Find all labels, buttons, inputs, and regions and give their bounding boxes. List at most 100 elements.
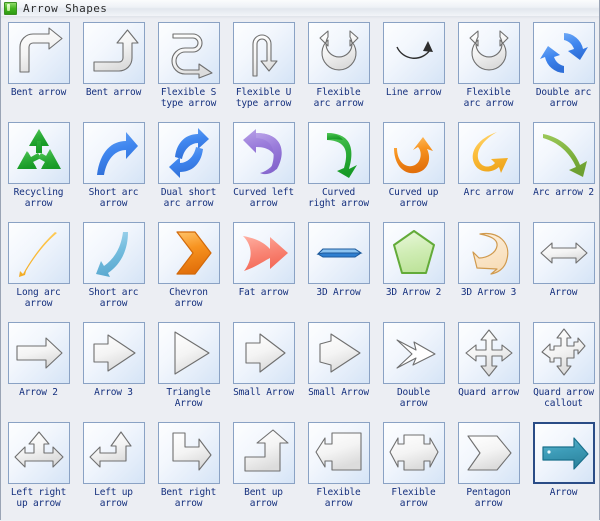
dual-short-arc-arrow-shape[interactable]	[157, 122, 220, 184]
curved-left-arrow-shape[interactable]	[232, 122, 295, 184]
double-arrow-shape[interactable]	[382, 322, 445, 384]
shape-label: Fat arrow	[238, 287, 289, 298]
shape-cell[interactable]: Flexible arrow	[301, 421, 376, 521]
shape-label: Flexible S type arrow	[160, 87, 217, 109]
arrow-2-shape[interactable]	[7, 322, 70, 384]
shape-cell[interactable]: Arrow 3	[76, 321, 151, 421]
shape-cell[interactable]: Curved up arrow	[376, 121, 451, 221]
shape-label: Flexible arrow	[391, 487, 436, 509]
shape-cell[interactable]: 3D Arrow 3	[451, 221, 526, 321]
shape-label: Arrow	[549, 487, 578, 498]
pentagon-arrow-shape[interactable]	[457, 422, 520, 484]
shape-label: Left right up arrow	[10, 487, 67, 509]
shape-label: Flexible U type arrow	[235, 87, 292, 109]
3d-arrow-shape[interactable]	[307, 222, 370, 284]
shape-cell[interactable]: Long arc arrow	[1, 221, 76, 321]
shape-library-icon	[4, 1, 17, 15]
shape-cell[interactable]: Bent right arrow	[151, 421, 226, 521]
shape-cell[interactable]: Fat arrow	[226, 221, 301, 321]
double-headed-arrow-shape[interactable]	[532, 222, 595, 284]
small-arrow-shape[interactable]	[232, 322, 295, 384]
shape-cell[interactable]: Double arrow	[376, 321, 451, 421]
bent-arrow-shape[interactable]	[7, 22, 70, 84]
shape-label: Curved up arrow	[388, 187, 439, 209]
flexible-arrow-shape[interactable]	[307, 422, 370, 484]
shape-cell[interactable]: Left right up arrow	[1, 421, 76, 521]
shape-cell[interactable]: Arrow 2	[1, 321, 76, 421]
teal-arrow-shape[interactable]	[532, 422, 595, 484]
shape-cell[interactable]: Dual short arc arrow	[151, 121, 226, 221]
small-arrow-2-shape[interactable]	[307, 322, 370, 384]
shape-label: Arc arrow	[463, 187, 514, 198]
shape-palette-grid: Bent arrow Bent arrow Flexible S type ar…	[1, 21, 600, 521]
shape-cell[interactable]: 3D Arrow	[301, 221, 376, 321]
shape-cell[interactable]: Left up arrow	[76, 421, 151, 521]
shape-cell[interactable]: Line arrow	[376, 21, 451, 121]
shape-cell[interactable]: Recycling arrow	[1, 121, 76, 221]
left-up-arrow-shape[interactable]	[82, 422, 145, 484]
flexible-arc-arrow-shape[interactable]	[307, 22, 370, 84]
short-arc-arrow-shape[interactable]	[82, 122, 145, 184]
long-arc-arrow-shape[interactable]	[7, 222, 70, 284]
flexible-arrow-2-shape[interactable]	[382, 422, 445, 484]
short-arc-arrow-2-shape[interactable]	[82, 222, 145, 284]
shape-cell[interactable]: Small Arrow	[301, 321, 376, 421]
shape-cell[interactable]: Arrow	[526, 421, 600, 521]
shape-cell[interactable]: Flexible arc arrow	[301, 21, 376, 121]
quad-arrow-callout-shape[interactable]	[532, 322, 595, 384]
shape-cell[interactable]: Flexible S type arrow	[151, 21, 226, 121]
shape-cell[interactable]: Arrow	[526, 221, 600, 321]
fat-arrow-shape[interactable]	[232, 222, 295, 284]
shape-cell[interactable]: Quard arrow	[451, 321, 526, 421]
arc-arrow-2-shape[interactable]	[532, 122, 595, 184]
shape-cell[interactable]: Curved left arrow	[226, 121, 301, 221]
chevron-arrow-shape[interactable]	[157, 222, 220, 284]
shape-label: Flexible arc arrow	[313, 87, 364, 109]
curved-up-arrow-shape[interactable]	[382, 122, 445, 184]
shape-cell[interactable]: Triangle Arrow	[151, 321, 226, 421]
bent-arrow-up-shape[interactable]	[82, 22, 145, 84]
arc-arrow-shape[interactable]	[457, 122, 520, 184]
recycling-arrow-shape[interactable]	[7, 122, 70, 184]
shape-label: Short arc arrow	[88, 187, 139, 209]
shape-label: Curved left arrow	[233, 187, 294, 209]
3d-arrow-2-shape[interactable]	[382, 222, 445, 284]
shape-label: 3D Arrow 2	[385, 287, 442, 298]
left-right-up-arrow-shape[interactable]	[7, 422, 70, 484]
line-arrow-shape[interactable]	[382, 22, 445, 84]
arrow-3-shape[interactable]	[82, 322, 145, 384]
curved-right-arrow-shape[interactable]	[307, 122, 370, 184]
shape-cell[interactable]: Quard arrow callout	[526, 321, 600, 421]
shape-label: Bent right arrow	[160, 487, 217, 509]
shape-cell[interactable]: Arc arrow 2	[526, 121, 600, 221]
shape-cell[interactable]: Flexible arrow	[376, 421, 451, 521]
shape-cell[interactable]: Chevron arrow	[151, 221, 226, 321]
shape-label: Bent up arrow	[244, 487, 283, 509]
shape-label: Double arrow	[396, 387, 431, 409]
shape-cell[interactable]: Short arc arrow	[76, 121, 151, 221]
shape-cell[interactable]: Bent arrow	[1, 21, 76, 121]
shape-label: Flexible arrow	[316, 487, 361, 509]
shape-cell[interactable]: Flexible U type arrow	[226, 21, 301, 121]
bent-right-arrow-shape[interactable]	[157, 422, 220, 484]
double-arc-arrow-shape[interactable]	[532, 22, 595, 84]
shape-cell[interactable]: 3D Arrow 2	[376, 221, 451, 321]
shape-cell[interactable]: Small Arrow	[226, 321, 301, 421]
shape-cell[interactable]: Bent up arrow	[226, 421, 301, 521]
shape-cell[interactable]: Arc arrow	[451, 121, 526, 221]
triangle-arrow-shape[interactable]	[157, 322, 220, 384]
3d-arrow-3-shape[interactable]	[457, 222, 520, 284]
shape-label: Left up arrow	[94, 487, 133, 509]
flexible-arc-arrow-2-shape[interactable]	[457, 22, 520, 84]
shape-label: Line arrow	[385, 87, 442, 98]
shape-cell[interactable]: Double arc arrow	[526, 21, 600, 121]
bent-up-arrow-shape[interactable]	[232, 422, 295, 484]
shape-cell[interactable]: Flexible arc arrow	[451, 21, 526, 121]
shape-cell[interactable]: Curved right arrow	[301, 121, 376, 221]
flexible-u-type-arrow-shape[interactable]	[232, 22, 295, 84]
quad-arrow-shape[interactable]	[457, 322, 520, 384]
shape-cell[interactable]: Short arc arrow	[76, 221, 151, 321]
shape-cell[interactable]: Bent arrow	[76, 21, 151, 121]
flexible-s-type-arrow-shape[interactable]	[157, 22, 220, 84]
shape-cell[interactable]: Pentagon arrow	[451, 421, 526, 521]
